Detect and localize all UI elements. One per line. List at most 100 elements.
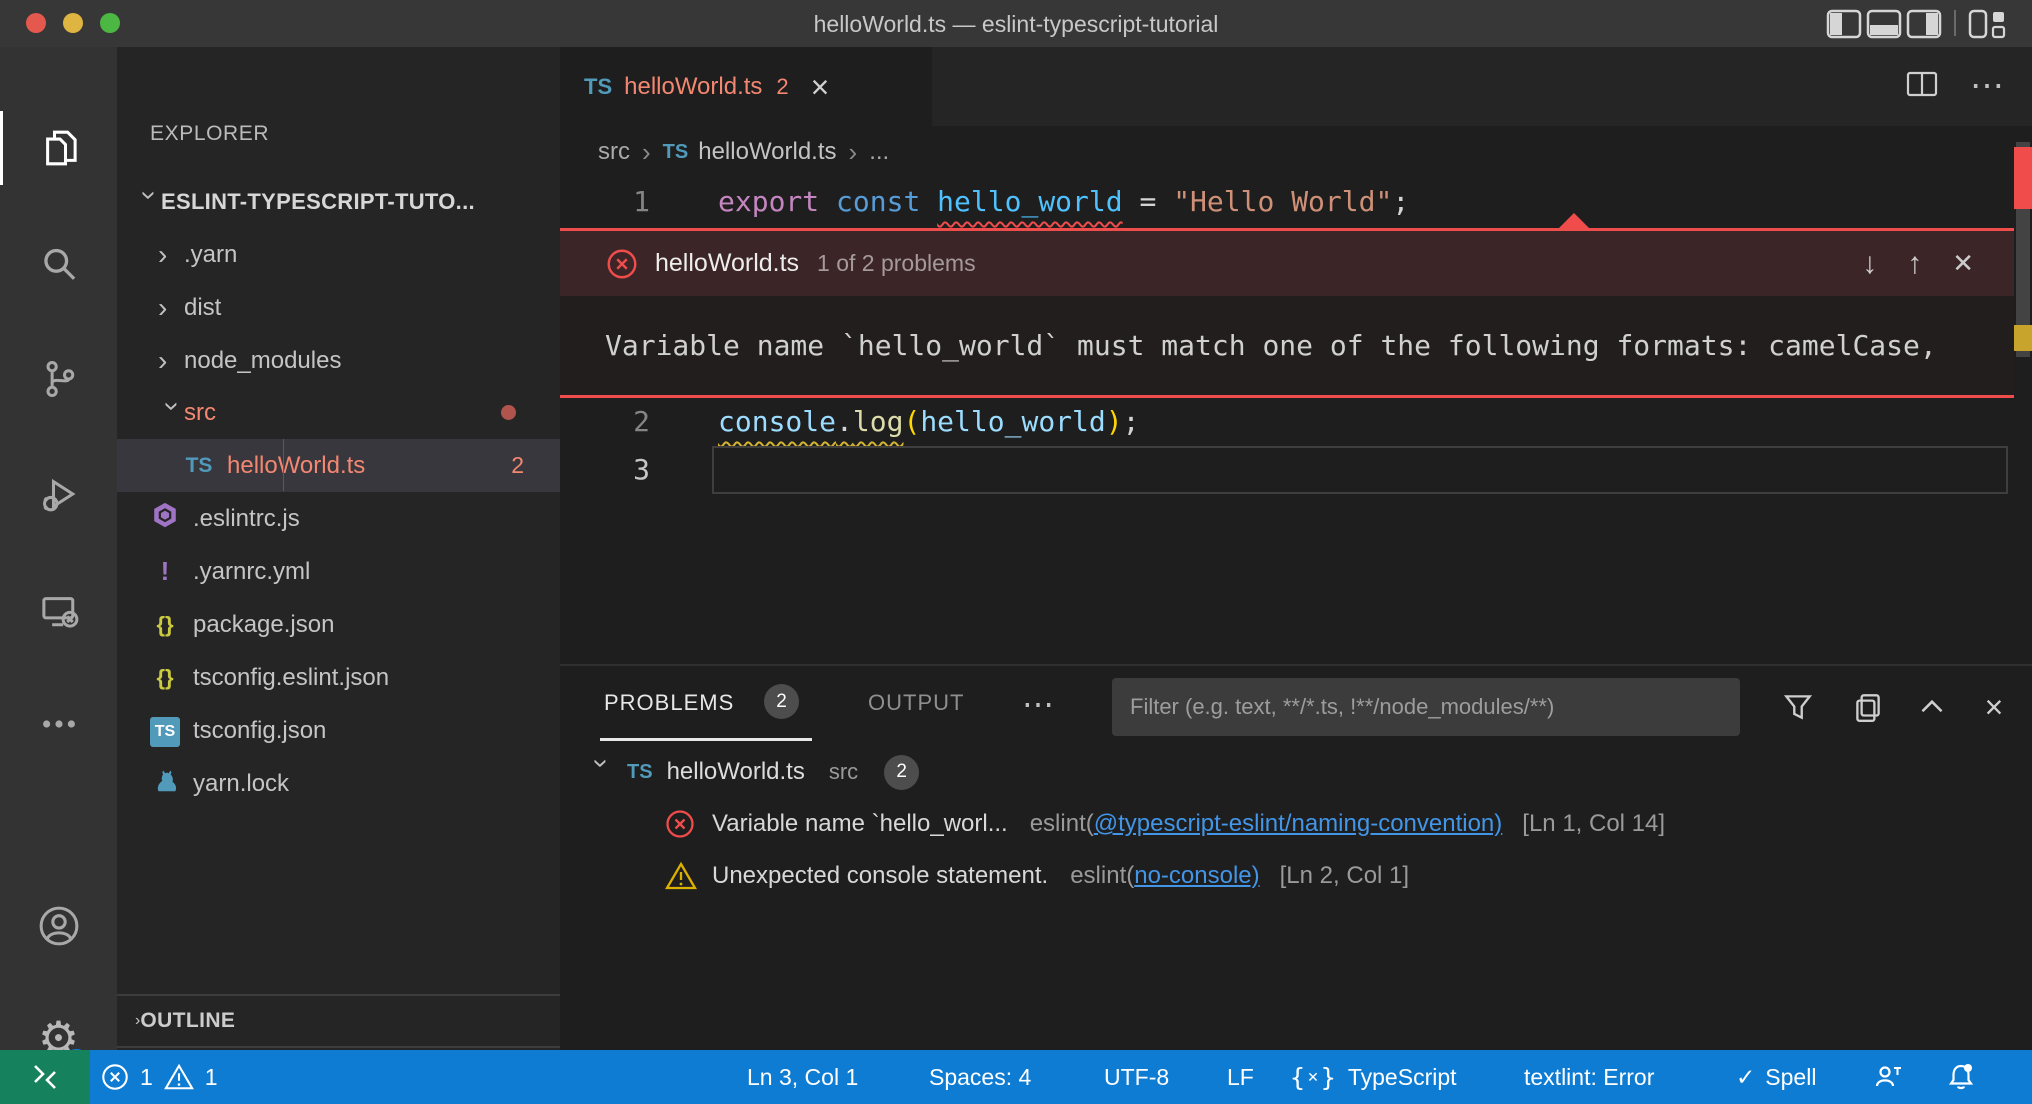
line-number-2: 2 xyxy=(560,398,650,446)
overview-warning-mark xyxy=(2014,325,2032,351)
status-encoding[interactable]: UTF-8 xyxy=(1104,1050,1169,1104)
variable-hello-world: hello_world xyxy=(937,178,1122,226)
sidebar-item-node-modules-folder[interactable]: › node_modules xyxy=(117,334,560,387)
problem-location: [Ln 2, Col 1] xyxy=(1280,862,1409,890)
workspace-root-row[interactable]: › ESLINT-TYPESCRIPT-TUTO... xyxy=(117,175,560,228)
file-name: helloWorld.ts xyxy=(667,758,805,786)
src-problems-dot xyxy=(501,405,516,420)
sidebar-item-yarnrc[interactable]: ! .yarnrc.yml xyxy=(117,545,560,598)
breadcrumb-symbol[interactable]: ... xyxy=(869,138,889,166)
file-name: .yarnrc.yml xyxy=(193,558,310,586)
filter-funnel-icon[interactable] xyxy=(1778,678,1818,736)
filter-input[interactable] xyxy=(1112,678,1740,736)
accounts-icon[interactable] xyxy=(0,889,117,963)
brace-close: } xyxy=(1321,1063,1336,1092)
remote-indicator[interactable] xyxy=(0,1050,90,1104)
toggle-panel-icon[interactable] xyxy=(1866,9,1902,39)
problem-rule-link[interactable]: @typescript-eslint/naming-convention) xyxy=(1094,810,1503,838)
keyword-const: const xyxy=(836,178,937,226)
status-problems[interactable]: 1 1 xyxy=(100,1050,218,1104)
panel-more-tabs-icon[interactable]: ⋯ xyxy=(1022,696,1055,712)
status-spell-checker[interactable]: ✓ Spell xyxy=(1736,1050,1816,1104)
current-line-highlight[interactable] xyxy=(712,446,2008,494)
search-icon[interactable] xyxy=(0,228,117,302)
peek-header: helloWorld.ts 1 of 2 problems ↓ ↑ ✕ xyxy=(560,231,2014,296)
maximize-panel-icon[interactable] xyxy=(1912,678,1952,736)
file-name: tsconfig.json xyxy=(193,717,326,745)
activity-bar: ⚙ 1 xyxy=(0,47,117,1050)
editor-group: TS helloWorld.ts 2 × ⋯ src › TS helloWor… xyxy=(560,47,2032,664)
editor-actions: ⋯ xyxy=(1904,47,2032,126)
problem-rule-link[interactable]: no-console) xyxy=(1134,862,1259,890)
view-as-table-icon[interactable] xyxy=(1848,678,1888,736)
file-name: .eslintrc.js xyxy=(193,505,300,533)
line-number-1: 1 xyxy=(560,178,650,226)
chevron-right-icon: › xyxy=(158,239,184,271)
title-bar: helloWorld.ts — eslint-typescript-tutori… xyxy=(0,0,2032,47)
outline-section[interactable]: › OUTLINE xyxy=(117,994,560,1046)
dot: . xyxy=(836,405,853,438)
code-line-1[interactable]: export const hello_world = "Hello World"… xyxy=(718,178,1409,226)
split-editor-icon[interactable] xyxy=(1904,68,1940,105)
notifications-bell-icon[interactable] xyxy=(1944,1050,1978,1104)
source-control-icon[interactable] xyxy=(0,342,117,416)
method-log: log xyxy=(853,405,904,438)
operator-equals: = xyxy=(1123,178,1174,226)
status-eol[interactable]: LF xyxy=(1227,1050,1254,1104)
editor-scrollbar[interactable] xyxy=(2014,47,2032,664)
next-problem-icon[interactable]: ↓ xyxy=(1862,247,1877,281)
previous-problem-icon[interactable]: ↑ xyxy=(1907,247,1922,281)
tab-helloworld[interactable]: TS helloWorld.ts 2 × xyxy=(560,47,932,126)
breadcrumb-file[interactable]: helloWorld.ts xyxy=(698,138,836,166)
breadcrumb-dir[interactable]: src xyxy=(598,138,630,166)
sidebar-item-yarn-lock[interactable]: yarn.lock xyxy=(117,757,560,810)
explorer-icon[interactable] xyxy=(0,111,117,185)
status-language-mode[interactable]: {✕} TypeScript xyxy=(1290,1050,1457,1104)
problem-row-warning[interactable]: Unexpected console statement. eslint( no… xyxy=(560,850,2032,902)
code-line-2[interactable]: console.log(hello_world); xyxy=(718,398,1139,446)
close-peek-icon[interactable]: ✕ xyxy=(1952,248,1974,279)
sidebar-item-package-json[interactable]: {} package.json xyxy=(117,598,560,651)
folder-name: .yarn xyxy=(184,241,237,269)
sidebar-item-yarn-folder[interactable]: › .yarn xyxy=(117,228,560,281)
status-textlint[interactable]: textlint: Error xyxy=(1524,1050,1654,1104)
close-panel-icon[interactable]: × xyxy=(1974,678,2014,736)
tab-problems[interactable]: PROBLEMS xyxy=(604,690,734,716)
close-tab-icon[interactable]: × xyxy=(811,71,830,103)
run-debug-icon[interactable] xyxy=(0,457,117,531)
sidebar-item-tsconfig[interactable]: TS tsconfig.json xyxy=(117,704,560,757)
customize-layout-icon[interactable] xyxy=(1968,9,2008,39)
more-views-icon[interactable] xyxy=(0,687,117,761)
explorer-title: EXPLORER xyxy=(150,122,269,146)
toggle-secondary-sidebar-icon[interactable] xyxy=(1906,9,1942,39)
status-feedback-icon[interactable] xyxy=(1872,1050,1904,1104)
peek-actions: ↓ ↑ ✕ xyxy=(1862,247,2014,281)
remote-explorer-icon[interactable] xyxy=(0,574,117,648)
sidebar-item-tsconfig-eslint[interactable]: {} tsconfig.eslint.json xyxy=(117,651,560,704)
chevron-right-icon: › xyxy=(158,345,184,377)
status-cursor-position[interactable]: Ln 3, Col 1 xyxy=(747,1050,858,1104)
problem-row-error[interactable]: Variable name `hello_worl... eslint( @ty… xyxy=(560,798,2032,850)
editor-more-actions-icon[interactable]: ⋯ xyxy=(1970,78,2004,95)
keyword-export: export xyxy=(718,178,836,226)
toggle-primary-sidebar-icon[interactable] xyxy=(1826,9,1862,39)
peek-message[interactable]: Variable name `hello_world` must match o… xyxy=(560,296,2014,395)
sidebar-item-helloworld-file[interactable]: TS helloWorld.ts 2 xyxy=(117,439,560,492)
sidebar-item-dist-folder[interactable]: › dist xyxy=(117,281,560,334)
chevron-down-icon: › xyxy=(586,759,618,789)
folder-name: node_modules xyxy=(184,347,341,375)
problems-file-group-row[interactable]: › TS helloWorld.ts src 2 xyxy=(560,746,2032,798)
tab-output[interactable]: OUTPUT xyxy=(868,690,964,716)
peek-file-name: helloWorld.ts xyxy=(655,249,799,278)
problems-count-badge: 2 xyxy=(764,684,799,719)
json-file-icon: {} xyxy=(145,612,185,638)
problem-location: [Ln 1, Col 14] xyxy=(1522,810,1665,838)
status-indentation[interactable]: Spaces: 4 xyxy=(929,1050,1031,1104)
error-icon xyxy=(664,808,696,840)
sidebar-item-eslintrc[interactable]: .eslintrc.js xyxy=(117,492,560,545)
language-status-x-icon: ✕ xyxy=(1307,1069,1319,1086)
sidebar-item-src-folder[interactable]: › src xyxy=(117,386,560,439)
problem-message: Variable name `hello_worl... xyxy=(712,810,1008,838)
warning-icon xyxy=(163,1062,195,1092)
identifier-console: console xyxy=(718,405,836,438)
